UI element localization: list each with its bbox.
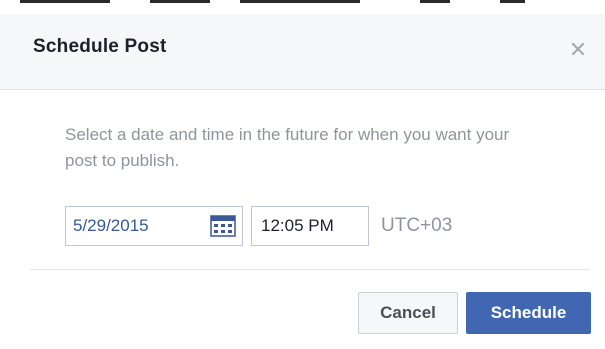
background-fragment xyxy=(240,0,360,3)
background-fragment xyxy=(150,0,210,3)
cancel-button[interactable]: Cancel xyxy=(358,292,458,334)
timezone-label: UTC+03 xyxy=(381,215,453,236)
calendar-icon xyxy=(210,215,236,237)
schedule-button[interactable]: Schedule xyxy=(466,292,591,334)
dialog-header: Schedule Post xyxy=(0,14,605,90)
background-page-strip xyxy=(0,0,605,14)
date-field[interactable] xyxy=(66,207,213,245)
close-icon xyxy=(571,42,585,56)
schedule-post-dialog: Schedule Post Select a date and time in … xyxy=(0,14,605,349)
instructions-text: Select a date and time in the future for… xyxy=(65,125,510,170)
background-fragment xyxy=(420,0,450,3)
footer-divider xyxy=(30,269,590,270)
dialog-title: Schedule Post xyxy=(33,36,167,57)
time-picker xyxy=(251,206,369,246)
background-fragment xyxy=(20,0,110,3)
date-picker xyxy=(65,206,243,246)
time-field[interactable] xyxy=(252,207,368,245)
background-fragment xyxy=(500,0,525,3)
calendar-button[interactable] xyxy=(210,215,236,237)
close-button[interactable] xyxy=(565,36,591,62)
